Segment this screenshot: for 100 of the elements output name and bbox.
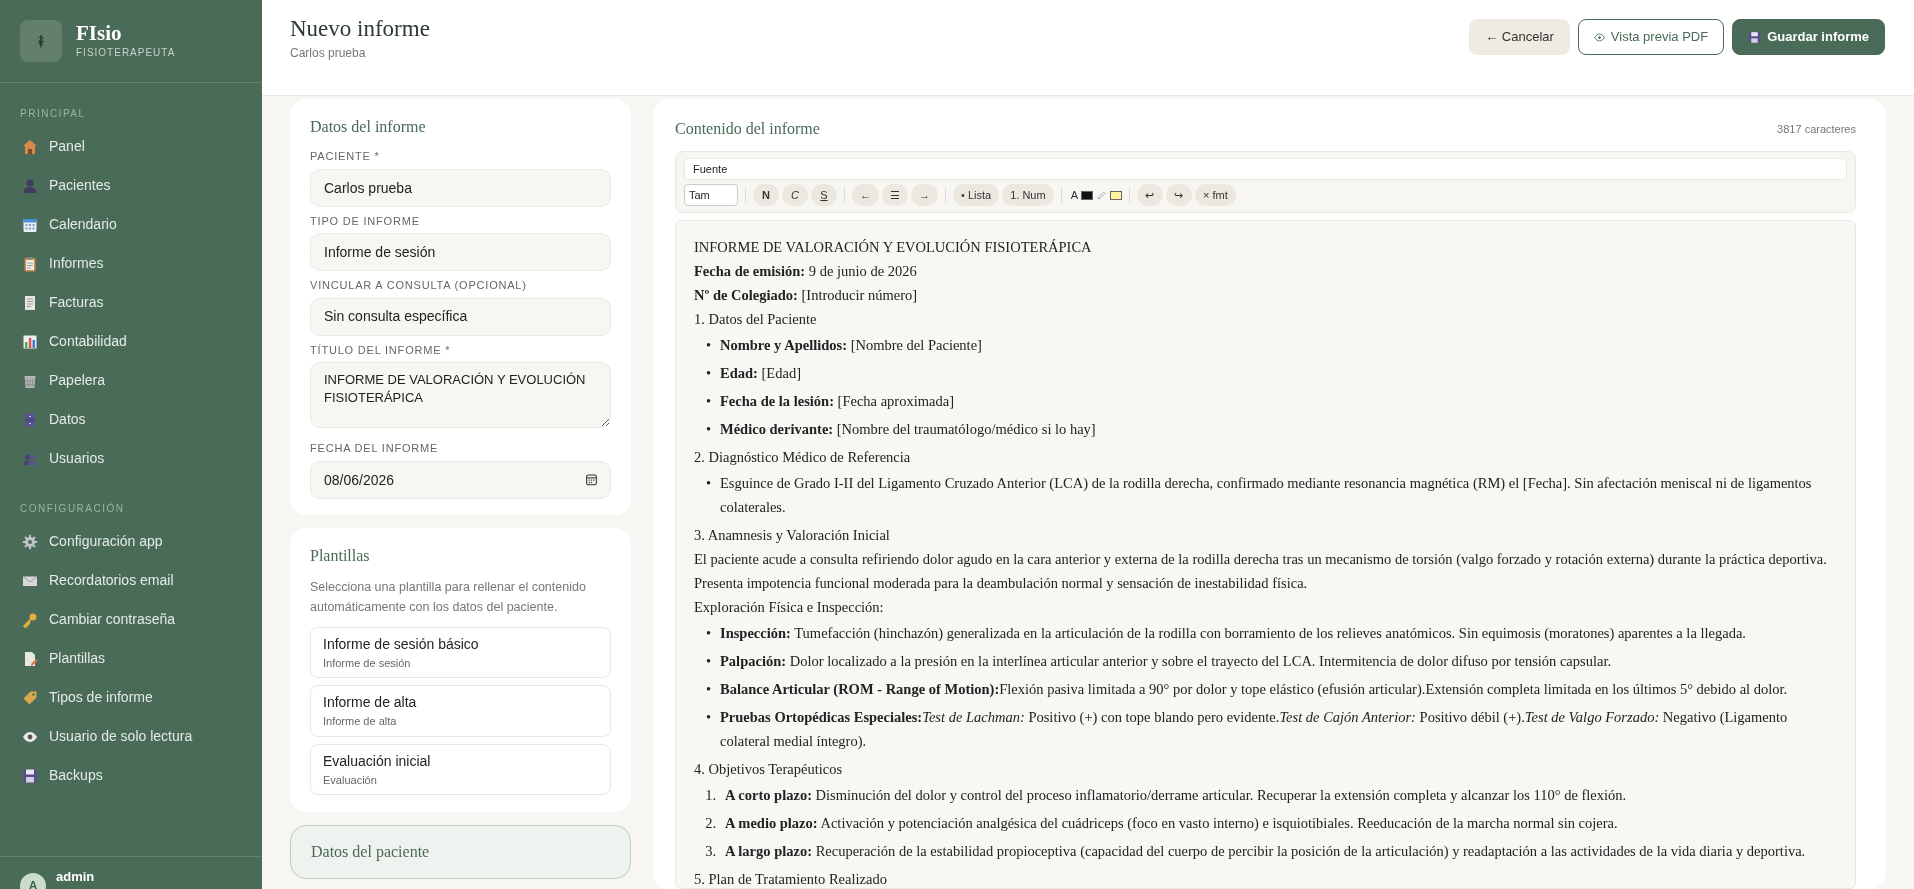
sidebar-item[interactable]: Configuración app bbox=[0, 522, 262, 561]
document-edit-icon bbox=[22, 650, 38, 667]
select-field[interactable]: Informe de sesión bbox=[310, 233, 611, 271]
list-item: Nombre y Apellidos: [Nombre del Paciente] bbox=[720, 336, 982, 355]
gear-icon bbox=[22, 533, 38, 550]
list-item: A medio plazo: Activación y potenciación analgésica del cuádriceps (foco en vasto interno) e isquiotibiales. Reeducación de la marcha normal sin cojera. bbox=[725, 814, 1618, 833]
color-swatch[interactable] bbox=[1109, 190, 1122, 200]
calendar-icon bbox=[585, 472, 598, 486]
editor-paragraph: Nº de Colegiado: [Introducir número] bbox=[694, 286, 919, 305]
sidebar-item[interactable]: Tipos de informe bbox=[0, 678, 262, 717]
list-item: Inspección: Tumefacción (hinchazón) generalizada en la articulación de la rodilla con borramiento de los relieves anatómicos. Sin equimosis (moratones) aparentes a la llegada. bbox=[720, 624, 1746, 643]
house-icon bbox=[22, 138, 38, 155]
list-item: Balance Articular (ROM - Range of Motion):Flexión pasiva limitada a 90° por dolor y tope elástico (efusión articular).Extensión completa limitada en los últimos 5° debido al dolor. bbox=[720, 680, 1788, 699]
sidebar-item[interactable]: Usuarios bbox=[0, 439, 262, 478]
toolbar-button[interactable]: ☰ bbox=[882, 184, 908, 206]
list-item: A corto plazo: Disminución del dolor y control del proceso inflamatorio/derrame articular. Recuperar la extensión completa y alcanzar los 110° de flexión. bbox=[725, 786, 1627, 805]
template-item[interactable]: Evaluación inicial Evaluación bbox=[310, 743, 611, 795]
sidebar-item[interactable]: Panel bbox=[0, 127, 262, 166]
pdf-preview-button[interactable]: Vista previa PDF bbox=[1577, 19, 1725, 55]
templates-description: Selecciona una plantilla para rellenar el contenido automáticamente con los datos del paciente. bbox=[310, 578, 587, 616]
list-item: Médico derivante: [Nombre del traumatólogo/médico si lo hay] bbox=[720, 420, 1096, 439]
sidebar-item[interactable]: Papelera bbox=[0, 361, 262, 400]
editor-paragraph: El paciente acude a consulta refiriendo dolor agudo en la cara anterior y externa de la rodilla derecha tras un mecanismo de torsión (valgo forzado y rotación externa) durante la práctica deportiva. Presenta impotencia funcional moderada para la deambulación normal y sensación de inestabilidad física. bbox=[694, 550, 1828, 593]
list-item: Pruebas Ortopédicas Especiales:Test de Lachman: Positivo (+) con tope blando pero evidente.Test de Cajón Anterior: Positivo débil (+).Test de Valgo Forzado: Negativo (Ligamento colateral medial íntegro). bbox=[720, 708, 1789, 751]
editor-paragraph: Exploración Física e Inspección: bbox=[694, 598, 885, 617]
app-title: FIsio bbox=[76, 21, 123, 46]
toolbar-button[interactable]: N bbox=[753, 184, 779, 206]
document-icon bbox=[22, 294, 38, 311]
sidebar-item[interactable]: Cambiar contraseña bbox=[0, 600, 262, 639]
field-label: TIPO DE INFORME bbox=[310, 213, 421, 229]
list-marker: • bbox=[704, 336, 711, 355]
textarea-field[interactable]: INFORME DE VALORACIÓN Y EVOLUCIÓN FISIOTERÁPICA bbox=[310, 362, 611, 428]
toolbar-button[interactable]: → bbox=[911, 184, 938, 206]
input-field[interactable]: Carlos prueba bbox=[310, 168, 611, 207]
toolbar-button[interactable]: S bbox=[811, 184, 837, 206]
section-heading: PRINCIPAL bbox=[19, 107, 87, 121]
size-select[interactable]: Tam bbox=[684, 184, 738, 206]
app-role: FISIOTERAPEUTA bbox=[76, 46, 176, 61]
list-item: Edad: [Edad] bbox=[720, 364, 801, 383]
toolbar-button[interactable]: C bbox=[782, 184, 808, 206]
editor-area[interactable] bbox=[675, 220, 1856, 889]
toolbar-button[interactable]: 1. Num bbox=[1002, 184, 1054, 206]
list-marker: • bbox=[704, 708, 711, 727]
editor-paragraph: INFORME DE VALORACIÓN Y EVOLUCIÓN FISIOTERÁPICA bbox=[694, 238, 1093, 257]
template-item[interactable]: Informe de alta Informe de alta bbox=[310, 685, 611, 737]
person-icon bbox=[22, 177, 38, 194]
card-title: Datos del informe bbox=[310, 117, 427, 137]
pencil-icon bbox=[1095, 189, 1107, 201]
template-item[interactable]: Informe de sesión básico Informe de sesión bbox=[310, 626, 611, 678]
toolbar-button[interactable]: ↪ bbox=[1165, 184, 1192, 206]
card-title: Plantillas bbox=[310, 545, 371, 566]
sidebar-item[interactable]: Calendario bbox=[0, 205, 262, 244]
field-label: FECHA DEL INFORME bbox=[310, 441, 440, 456]
sidebar-item[interactable]: Datos bbox=[0, 400, 262, 439]
field-label: PACIENTE * bbox=[310, 149, 381, 164]
color-swatch[interactable] bbox=[1080, 190, 1093, 200]
sidebar-item[interactable]: Pacientes bbox=[0, 166, 262, 205]
date-field[interactable]: 08/06/2026 bbox=[310, 460, 611, 499]
sidebar-item[interactable]: Informes bbox=[0, 244, 262, 283]
text-color-label: A bbox=[1070, 187, 1078, 203]
template-name: Informe de sesión básico bbox=[323, 634, 480, 654]
list-item: Fecha de la lesión: [Fecha aproximada] bbox=[720, 392, 954, 411]
list-marker: 1. bbox=[704, 786, 716, 805]
cancel-button[interactable]: ← Cancelar bbox=[1469, 19, 1570, 55]
toolbar-button[interactable]: • Lista bbox=[953, 184, 1000, 206]
toolbar-button[interactable]: ← bbox=[852, 184, 879, 206]
sidebar-item[interactable]: Recordatorios email bbox=[0, 561, 262, 600]
editor-paragraph: Fecha de emisión: 9 de junio de 2026 bbox=[694, 262, 918, 281]
font-select[interactable]: Fuente bbox=[684, 158, 1847, 180]
card-title: Contenido del informe bbox=[675, 119, 820, 139]
clipboard-icon bbox=[22, 255, 38, 272]
list-marker: • bbox=[704, 652, 711, 671]
toolbar-button[interactable]: × fmt bbox=[1194, 184, 1236, 206]
template-name: Evaluación inicial bbox=[323, 751, 432, 771]
editor-paragraph: 3. Anamnesis y Valoración Inicial bbox=[694, 526, 891, 545]
sidebar-item[interactable]: Backups bbox=[0, 756, 262, 795]
bar-chart-icon bbox=[22, 333, 38, 350]
sidebar-item[interactable]: Contabilidad bbox=[0, 322, 262, 361]
page-subtitle: Carlos prueba bbox=[290, 44, 367, 62]
select-field[interactable]: Sin consulta específica bbox=[310, 297, 611, 336]
editor-paragraph: 2. Diagnóstico Médico de Referencia bbox=[694, 448, 912, 467]
editor-paragraph: 1. Datos del Paciente bbox=[694, 310, 818, 329]
sidebar-item[interactable]: Usuario de solo lectura bbox=[0, 717, 262, 756]
list-marker: • bbox=[704, 680, 711, 699]
save-button[interactable]: Guardar informe bbox=[1732, 19, 1885, 55]
list-marker: • bbox=[704, 364, 711, 383]
list-marker: 3. bbox=[704, 842, 716, 861]
page-title: Nuevo informe bbox=[290, 15, 430, 43]
template-type: Informe de sesión bbox=[323, 655, 412, 671]
template-type: Evaluación bbox=[323, 772, 378, 788]
list-marker: • bbox=[704, 474, 711, 493]
eye-icon bbox=[1593, 31, 1605, 43]
toolbar-button[interactable]: ↩ bbox=[1136, 184, 1163, 206]
editor-paragraph: 4. Objetivos Terapéuticos bbox=[694, 760, 844, 779]
character-count: 3817 caracteres bbox=[1777, 121, 1856, 137]
list-item: A largo plazo: Recuperación de la estabilidad propioceptiva (capacidad del cuerpo de percibir la posición de la articulación) y readaptación a las actividades de la vida diaria y deportiva. bbox=[725, 842, 1806, 861]
editor-paragraph: 5. Plan de Tratamiento Realizado bbox=[694, 870, 888, 888]
field-label: VINCULAR A CONSULTA (OPCIONAL) bbox=[310, 278, 528, 293]
sidebar-item[interactable]: Plantillas bbox=[0, 639, 262, 678]
sidebar-item[interactable]: Facturas bbox=[0, 283, 262, 322]
